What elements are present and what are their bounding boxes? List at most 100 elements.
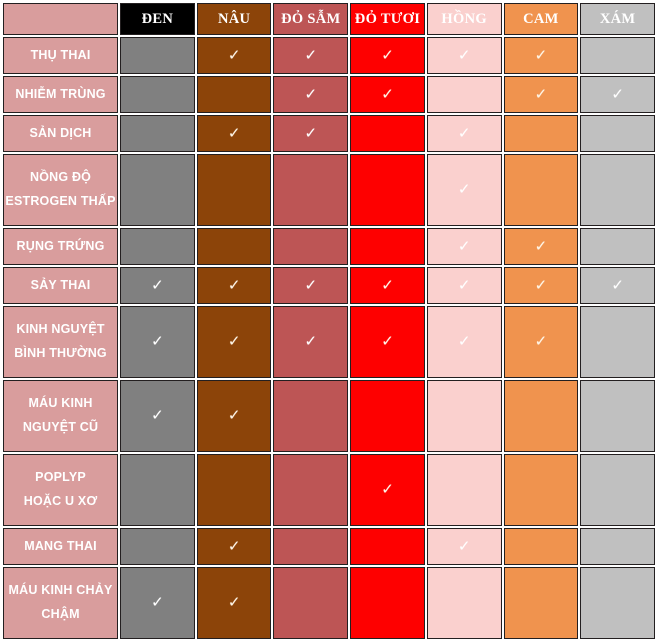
cell-dosam-row5: ✓: [273, 228, 349, 265]
check-icon: ✓: [381, 332, 394, 350]
cell-cam-row4: ✓: [503, 154, 579, 226]
cell-hong-row4: ✓: [426, 154, 502, 226]
cell-xam-row6: ✓: [580, 267, 655, 304]
row-label-line: KINH NGUYỆT: [16, 322, 105, 337]
row-label-7: KINH NGUYỆT BÌNH THƯỜNG: [3, 306, 119, 378]
check-icon: ✓: [381, 275, 394, 294]
row-label-line: MANG THAI: [24, 538, 97, 553]
row-label-line: THỤ THAI: [30, 47, 91, 62]
row-label-line: POPLYP: [35, 470, 86, 485]
cell-cam-row5: ✓: [503, 228, 579, 265]
cell-dosam-row10: ✓: [273, 528, 349, 565]
cell-den-row3: ✓: [120, 115, 195, 152]
row-label-line: CHẬM: [41, 607, 80, 621]
check-icon: ✓: [227, 275, 241, 294]
cell-xam-row2: ✓: [580, 76, 655, 113]
cell-cam-row10: ✓: [503, 528, 579, 565]
cell-nau-row2: ✓: [196, 76, 272, 113]
blood-color-condition-matrix: ĐEN NÂU ĐỎ SẪM ĐỎ TƯƠI HỒNG CAM XÁM THỤ …: [0, 1, 660, 639]
cell-hong-row11: ✓: [426, 567, 502, 639]
cell-dosam-row6: ✓: [273, 267, 349, 304]
cell-den-row2: ✓: [120, 76, 195, 113]
check-icon: ✓: [611, 84, 624, 103]
cell-xam-row10: ✓: [580, 528, 655, 565]
cell-cam-row11: ✓: [503, 567, 579, 639]
cell-hong-row7: ✓: [426, 306, 502, 378]
column-header-cam: CAM: [503, 3, 579, 35]
cell-hong-row8: ✓: [426, 380, 502, 452]
cell-den-row6: ✓: [120, 267, 195, 304]
check-icon: ✓: [227, 332, 241, 350]
cell-hong-row5: ✓: [426, 228, 502, 265]
cell-hong-row9: ✓: [426, 454, 502, 526]
cell-dotuoi-row9: ✓: [350, 454, 425, 526]
row-label-3: SẢN DỊCH: [3, 115, 119, 152]
cell-dosam-row9: ✓: [273, 454, 349, 526]
cell-cam-row6: ✓: [503, 267, 579, 304]
cell-nau-row9: ✓: [196, 454, 272, 526]
check-icon: ✓: [304, 275, 318, 294]
cell-dotuoi-row7: ✓: [350, 306, 425, 378]
cell-den-row7: ✓: [120, 306, 195, 378]
cell-nau-row1: ✓: [196, 37, 272, 74]
cell-dotuoi-row6: ✓: [350, 267, 425, 304]
table-row: MANG THAI✓✓✓✓✓✓✓: [3, 528, 655, 565]
check-icon: ✓: [534, 45, 548, 64]
cell-dosam-row1: ✓: [273, 37, 349, 74]
check-icon: ✓: [457, 45, 471, 64]
check-icon: ✓: [457, 123, 471, 142]
row-label-8: MÁU KINH NGUYỆT CŨ: [3, 380, 119, 452]
row-label-11: MÁU KINH CHẢY CHẬM: [3, 567, 119, 639]
cell-dotuoi-row11: ✓: [350, 567, 425, 639]
table-row: SẢN DỊCH✓✓✓✓✓✓✓: [3, 115, 655, 152]
cell-dotuoi-row1: ✓: [350, 37, 425, 74]
check-icon: ✓: [534, 84, 548, 103]
column-header-hong: HỒNG: [426, 3, 502, 35]
header-row: ĐEN NÂU ĐỎ SẪM ĐỎ TƯƠI HỒNG CAM XÁM: [3, 3, 655, 35]
table-row: MÁU KINH CHẢYCHẬM✓✓✓✓✓✓✓: [3, 567, 655, 639]
corner-cell: [3, 3, 119, 35]
check-icon: ✓: [381, 84, 394, 103]
cell-nau-row7: ✓: [196, 306, 272, 378]
cell-nau-row4: ✓: [196, 154, 272, 226]
row-label-6: SẢY THAI: [3, 267, 119, 304]
row-label-line: RỤNG TRỨNG: [16, 238, 105, 253]
check-icon: ✓: [381, 45, 394, 64]
cell-xam-row11: ✓: [580, 567, 655, 639]
cell-hong-row1: ✓: [426, 37, 502, 74]
row-label-line: HOẶC U XƠ: [23, 494, 98, 508]
cell-cam-row1: ✓: [503, 37, 579, 74]
cell-dosam-row7: ✓: [273, 306, 349, 378]
cell-hong-row3: ✓: [426, 115, 502, 152]
cell-dosam-row4: ✓: [273, 154, 349, 226]
cell-xam-row8: ✓: [580, 380, 655, 452]
cell-xam-row4: ✓: [580, 154, 655, 226]
check-icon: ✓: [304, 332, 318, 350]
table-row: THỤ THAI ✓ ✓ ✓ ✓ ✓ ✓ ✓: [3, 37, 655, 74]
table-body: THỤ THAI✓✓✓✓✓✓✓NHIỄM TRÙNG✓✓✓✓✓✓✓SẢN DỊC…: [3, 37, 655, 639]
cell-den-row11: ✓: [120, 567, 195, 639]
row-label-10: MANG THAI: [3, 528, 119, 565]
cell-cam-row9: ✓: [503, 454, 579, 526]
matrix-table: ĐEN NÂU ĐỎ SẪM ĐỎ TƯƠI HỒNG CAM XÁM THỤ …: [1, 1, 657, 641]
check-icon: ✓: [304, 84, 318, 103]
table-row: POPLYPHOẶC U XƠ✓✓✓✓✓✓✓: [3, 454, 655, 526]
cell-dotuoi-row2: ✓: [350, 76, 425, 113]
cell-xam-row5: ✓: [580, 228, 655, 265]
row-label-2: NHIỄM TRÙNG: [3, 76, 119, 113]
check-icon: ✓: [304, 123, 318, 142]
check-icon: ✓: [151, 406, 164, 424]
check-icon: ✓: [227, 536, 241, 555]
cell-dotuoi-row5: ✓: [350, 228, 425, 265]
row-label-9: POPLYP HOẶC U XƠ: [3, 454, 119, 526]
cell-nau-row8: ✓: [196, 380, 272, 452]
cell-hong-row2: ✓: [426, 76, 502, 113]
row-label-line: SẢY THAI: [30, 277, 91, 292]
check-icon: ✓: [457, 536, 471, 555]
cell-nau-row11: ✓: [196, 567, 272, 639]
cell-den-row5: ✓: [120, 228, 195, 265]
table-row: KINH NGUYỆT BÌNH THƯỜNG ✓ ✓ ✓ ✓ ✓ ✓ ✓: [3, 306, 655, 378]
check-icon: ✓: [457, 275, 471, 294]
cell-cam-row8: ✓: [503, 380, 579, 452]
table-row: RỤNG TRỨNG✓✓✓✓✓✓✓: [3, 228, 655, 265]
